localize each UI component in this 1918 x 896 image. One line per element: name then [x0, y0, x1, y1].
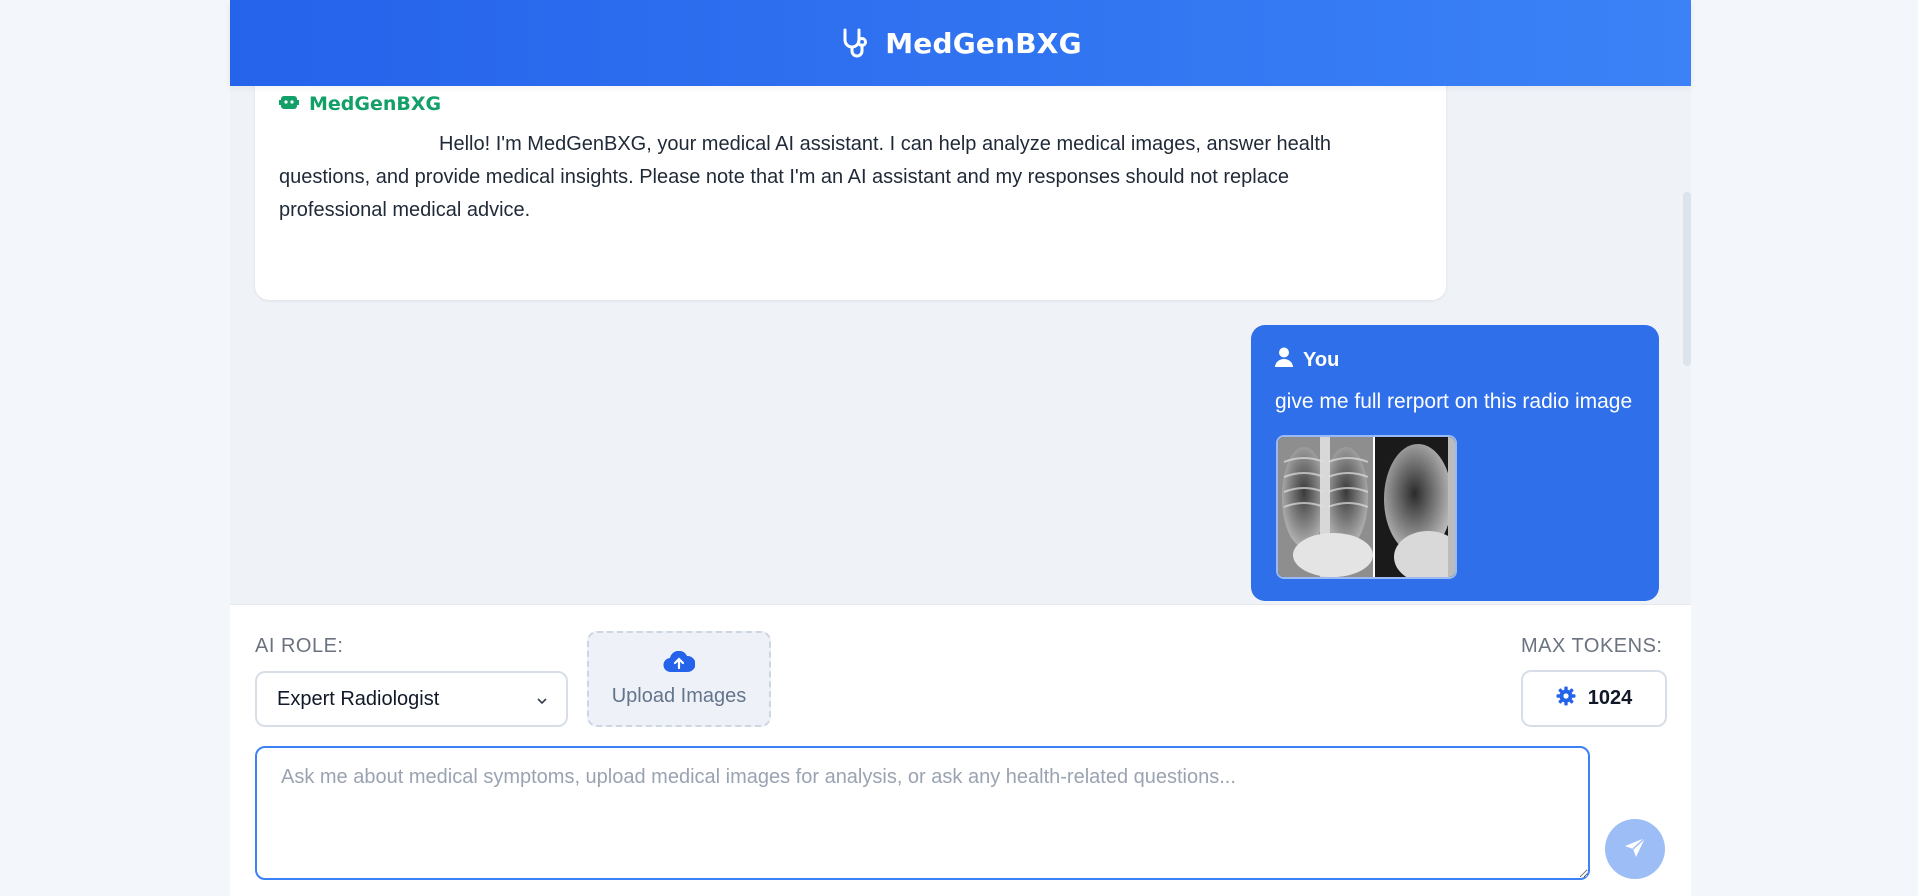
- user-name: You: [1303, 348, 1340, 371]
- gear-icon: [1556, 686, 1576, 712]
- bot-message-text: Hello! I'm MedGenBXG, your medical AI as…: [279, 133, 1332, 221]
- user-message-header: You: [1275, 347, 1339, 373]
- max-tokens-control[interactable]: 1024: [1521, 670, 1667, 727]
- send-button[interactable]: [1605, 819, 1665, 879]
- app-header: MedGenBXG: [230, 0, 1691, 86]
- ai-role-label: AI ROLE:: [255, 635, 344, 657]
- user-message: You give me full rerport on this radio i…: [1251, 325, 1659, 601]
- user-icon: [1275, 347, 1293, 373]
- app-title: MedGenBXG: [885, 26, 1082, 60]
- input-panel: AI ROLE: Expert Radiologist Upload Image…: [230, 604, 1691, 896]
- chat-area[interactable]: MedGenBXG Hello! I'm MedGenBXG, your med…: [230, 86, 1691, 604]
- upload-images-button[interactable]: Upload Images: [587, 631, 771, 727]
- max-tokens-value: 1024: [1587, 687, 1633, 709]
- paper-plane-icon: [1624, 836, 1646, 862]
- chat-scrollbar[interactable]: [1683, 192, 1691, 366]
- chevron-down-icon: [536, 690, 548, 713]
- message-input[interactable]: [255, 746, 1590, 880]
- app-window: MedGenBXG MedGenBXG Hello! I'm MedGenBXG…: [230, 0, 1691, 896]
- xray-attachment[interactable]: [1276, 435, 1457, 579]
- cloud-upload-icon: [663, 650, 696, 679]
- ai-role-select[interactable]: Expert Radiologist: [255, 671, 568, 727]
- max-tokens-label: MAX TOKENS:: [1521, 635, 1663, 657]
- bot-message-header: MedGenBXG: [279, 92, 441, 115]
- bot-message: MedGenBXG Hello! I'm MedGenBXG, your med…: [255, 86, 1446, 300]
- stethoscope-icon: [839, 27, 871, 59]
- upload-images-label: Upload Images: [611, 684, 747, 707]
- ai-role-value: Expert Radiologist: [277, 687, 440, 710]
- user-message-text: give me full rerport on this radio image: [1275, 390, 1633, 413]
- robot-icon: [279, 92, 299, 115]
- brand: MedGenBXG: [839, 27, 1082, 60]
- bot-name: MedGenBXG: [309, 92, 442, 115]
